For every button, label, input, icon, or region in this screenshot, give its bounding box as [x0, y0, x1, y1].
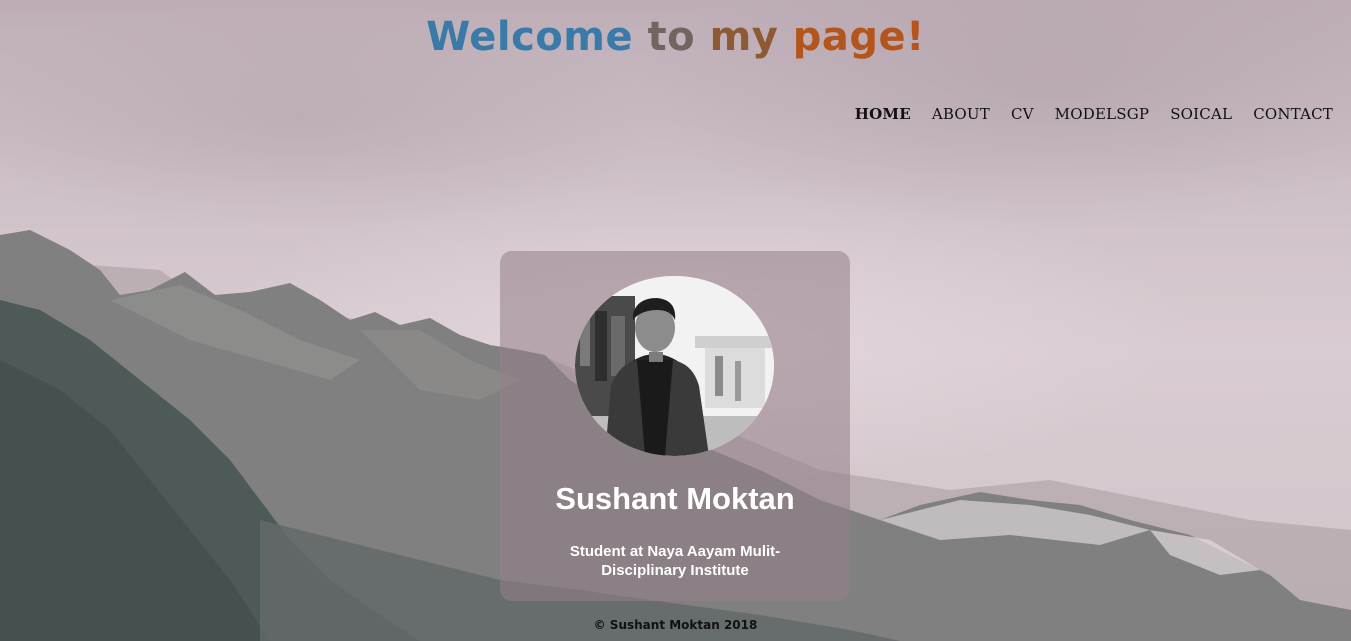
title-word-my: my	[709, 14, 779, 60]
person-photo-icon	[575, 276, 774, 456]
profile-card: Sushant Moktan Student at Naya Aayam Mul…	[500, 251, 850, 601]
nav-modelsgp-link[interactable]: MODELSGP	[1055, 105, 1150, 123]
profile-name: Sushant Moktan	[555, 481, 795, 516]
nav-social-link[interactable]: SOICAL	[1170, 105, 1232, 123]
nav-home-link[interactable]: HOME	[855, 105, 911, 123]
nav-about-link[interactable]: ABOUT	[932, 105, 990, 123]
page-title: Welcome to my page!	[0, 14, 1351, 60]
nav-contact-link[interactable]: CONTACT	[1253, 105, 1333, 123]
avatar	[575, 276, 774, 456]
title-word-page: page!	[792, 14, 925, 60]
footer-copyright: © Sushant Moktan 2018	[593, 618, 758, 632]
title-word-to: to	[647, 14, 696, 60]
title-word-welcome: Welcome	[426, 14, 634, 60]
nav-cv-link[interactable]: CV	[1011, 105, 1034, 123]
main-nav: HOME ABOUT CV MODELSGP SOICAL CONTACT	[855, 105, 1333, 123]
profile-subtitle: Student at Naya Aayam Mulit-Disciplinary…	[569, 543, 781, 579]
